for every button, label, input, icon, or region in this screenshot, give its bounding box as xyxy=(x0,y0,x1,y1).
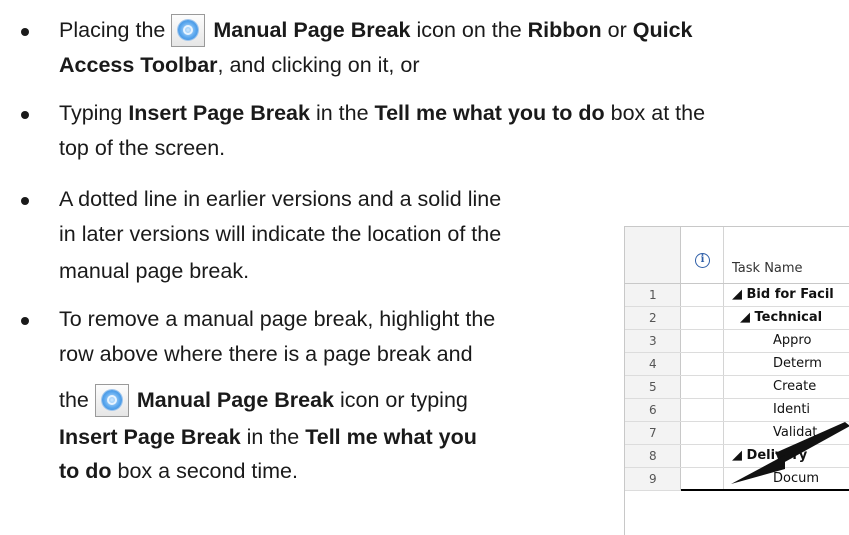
text: Tell me what you to do xyxy=(374,101,605,125)
manual-page-break-icon xyxy=(94,384,129,417)
bullet-dot xyxy=(21,317,29,325)
text: Quick xyxy=(632,18,693,42)
text: A dotted line in earlier versions and a … xyxy=(59,187,502,211)
manual-page-break-icon xyxy=(171,14,206,47)
text: Placing the xyxy=(59,18,172,42)
bullet-item-line: top of the screen. xyxy=(59,132,225,165)
text: top of the screen. xyxy=(59,136,226,160)
text: , and clicking on it, or xyxy=(217,53,420,77)
text: Manual Page Break xyxy=(207,18,411,42)
bullet-item-placing-icon: Placing the Manual Page Break icon on th… xyxy=(21,14,693,47)
text: Tell me what you xyxy=(305,425,477,449)
text: row above where there is a page break an… xyxy=(59,342,473,366)
bullet-dot xyxy=(21,28,29,36)
bullet-item-line: row above where there is a page break an… xyxy=(59,338,473,371)
text: manual page break. xyxy=(59,259,250,283)
text: Insert Page Break xyxy=(128,101,310,125)
bullet-item-line: in later versions will indicate the loca… xyxy=(59,218,501,251)
arrow-pointer-icon xyxy=(731,422,849,484)
bullet-item-line: Access Toolbar, and clicking on it, or xyxy=(59,49,420,82)
bullet-dot xyxy=(21,111,29,119)
text: or xyxy=(601,18,633,42)
text: in the xyxy=(240,425,306,449)
project-table-image: i Task Name 1 ◢ Bid for Facil 2 ◢ Technical… xyxy=(624,226,849,535)
bullet-item-remove: To remove a manual page break, highlight… xyxy=(21,303,496,336)
text: box at the xyxy=(604,101,706,125)
text: icon or typing xyxy=(334,388,468,412)
text: Manual Page Break xyxy=(130,388,335,412)
text: Ribbon xyxy=(527,18,602,42)
text: in the xyxy=(309,101,375,125)
bullet-item-typing: Typing Insert Page Break in the Tell me … xyxy=(21,97,706,130)
text: the xyxy=(59,388,95,412)
bullet-dot xyxy=(21,197,29,205)
bullet-item-dotted-line: A dotted line in earlier versions and a … xyxy=(21,183,502,216)
bullet-item-line: manual page break. xyxy=(59,255,249,288)
bullet-item-line: the Manual Page Break icon or typing xyxy=(59,384,468,417)
text: icon on the xyxy=(410,18,528,42)
text: Typing xyxy=(59,101,129,125)
text: in later versions will indicate the loca… xyxy=(59,222,502,246)
bullet-item-line: Insert Page Break in the Tell me what yo… xyxy=(59,421,477,454)
text: Insert Page Break xyxy=(59,425,241,449)
text: box a second time. xyxy=(111,459,298,483)
text: To remove a manual page break, highlight… xyxy=(59,307,496,331)
text: to do xyxy=(59,459,112,483)
text: Access Toolbar xyxy=(59,53,218,77)
bullet-item-line: to do box a second time. xyxy=(59,455,298,488)
